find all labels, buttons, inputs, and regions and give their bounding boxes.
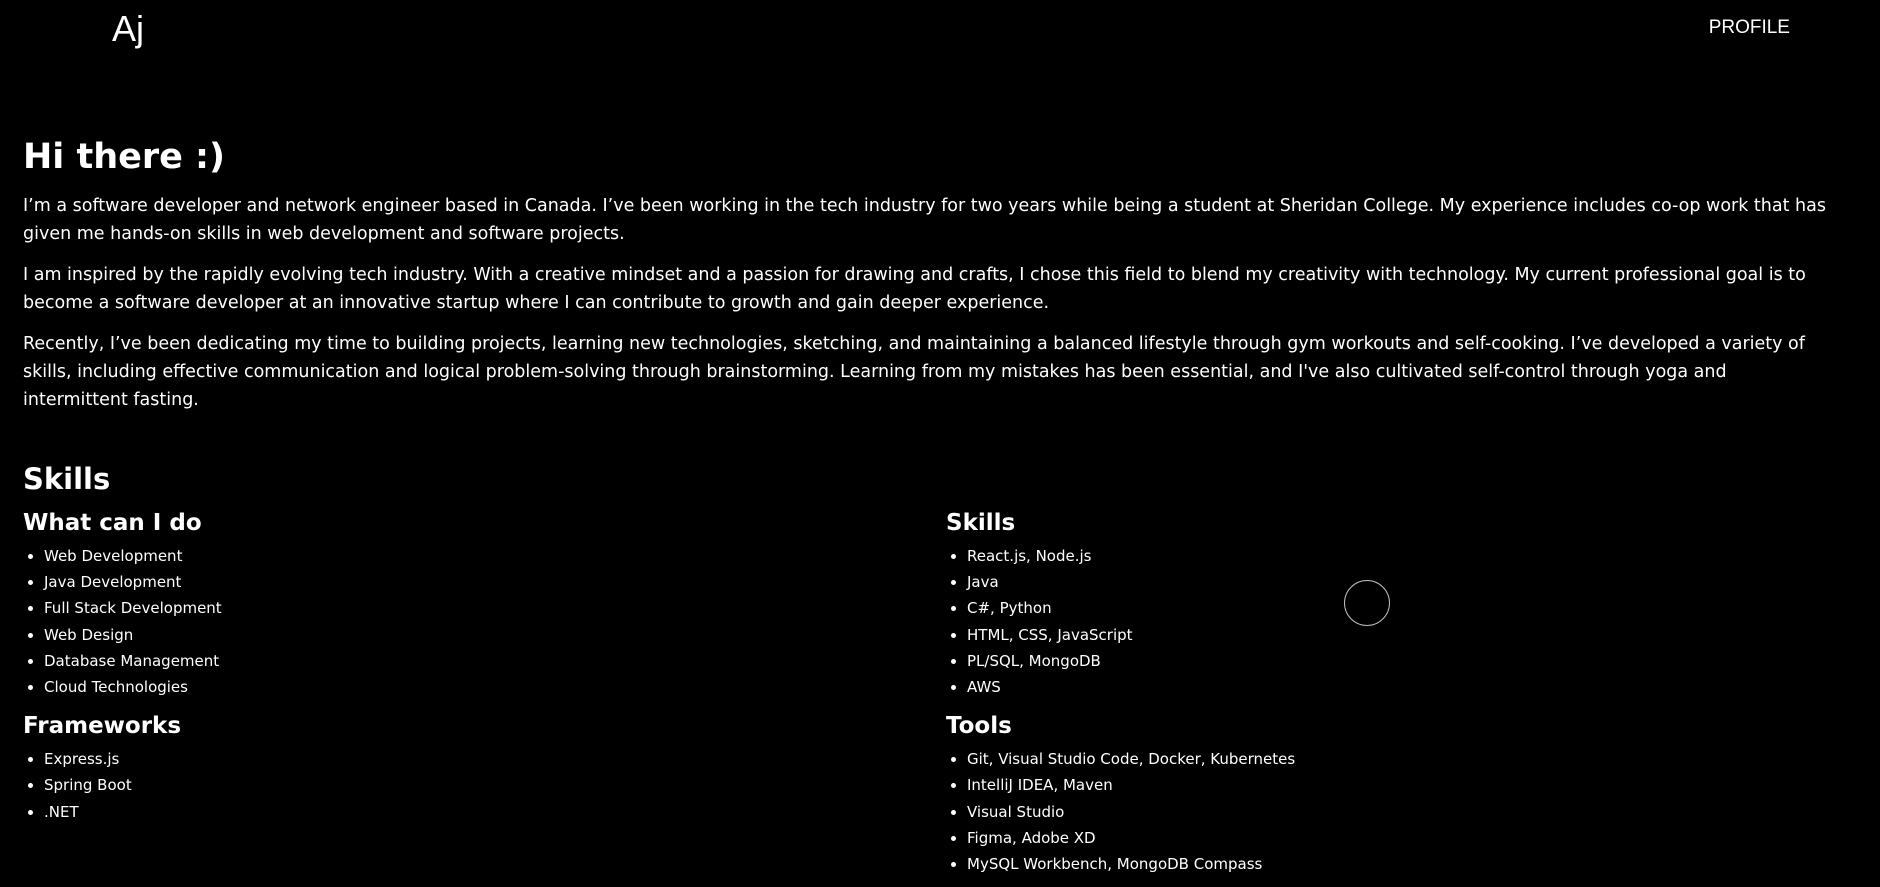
- logo-link[interactable]: Aj: [112, 8, 144, 50]
- nav-profile-link[interactable]: PROFILE: [1709, 17, 1790, 39]
- about-paragraph-1: I’m a software developer and network eng…: [23, 196, 1826, 244]
- cursor-circle: [1344, 580, 1390, 626]
- list-item: C#, Python: [967, 595, 1295, 621]
- list-item: Express.js: [44, 746, 222, 772]
- list-item: Web Design: [44, 622, 222, 648]
- frameworks-heading: Frameworks: [23, 713, 182, 740]
- skills-left-column: What can I do Web Development Java Devel…: [23, 507, 222, 835]
- skills-section-title: Skills: [23, 462, 111, 496]
- skills-right-column: Skills React.js, Node.js Java C#, Python…: [946, 507, 1295, 887]
- list-item: .NET: [44, 799, 222, 825]
- about-paragraph-2: I am inspired by the rapidly evolving te…: [23, 265, 1806, 313]
- list-item: Figma, Adobe XD: [967, 825, 1295, 851]
- skills-list: React.js, Node.js Java C#, Python HTML, …: [946, 543, 1295, 700]
- list-item: Database Management: [44, 648, 222, 674]
- list-item: MySQL Workbench, MongoDB Compass: [967, 851, 1295, 877]
- list-item: PL/SQL, MongoDB: [967, 648, 1295, 674]
- main-content: Hi there :) I’m a software developer and…: [23, 132, 1833, 873]
- list-item: IntelliJ IDEA, Maven: [967, 772, 1295, 798]
- list-item: Spring Boot: [44, 772, 222, 798]
- list-item: Full Stack Development: [44, 595, 222, 621]
- list-item: Cloud Technologies: [44, 674, 222, 700]
- what-can-i-do-heading: What can I do: [23, 510, 202, 536]
- list-item: Java: [967, 569, 1295, 595]
- list-item: HTML, CSS, JavaScript: [967, 622, 1295, 648]
- skills-list-heading: Skills: [946, 510, 1016, 536]
- list-item: Git, Visual Studio Code, Docker, Kuberne…: [967, 746, 1295, 772]
- list-item: React.js, Node.js: [967, 543, 1295, 569]
- list-item: Web Development: [44, 543, 222, 569]
- site-header: Aj PROFILE: [0, 0, 1880, 60]
- list-item: Visual Studio: [967, 799, 1295, 825]
- what-can-i-do-list: Web Development Java Development Full St…: [23, 543, 222, 700]
- frameworks-list: Express.js Spring Boot .NET: [23, 746, 222, 825]
- about-paragraph-3: Recently, I’ve been dedicating my time t…: [23, 334, 1805, 410]
- list-item: AWS: [967, 674, 1295, 700]
- greeting-heading: Hi there :): [23, 137, 226, 177]
- tools-heading: Tools: [946, 713, 1012, 740]
- list-item: Java Development: [44, 569, 222, 595]
- tools-list: Git, Visual Studio Code, Docker, Kuberne…: [946, 746, 1295, 877]
